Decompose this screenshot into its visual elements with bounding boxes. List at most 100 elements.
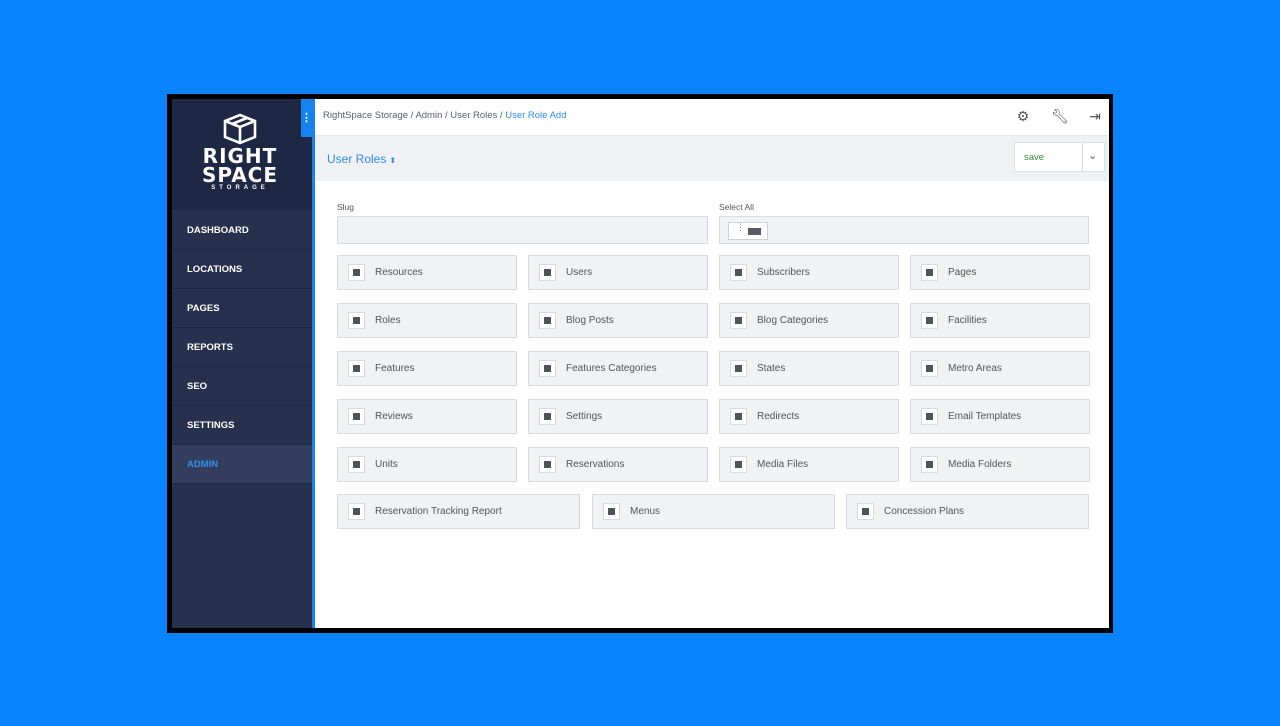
permission-label: Media Folders — [948, 459, 1012, 470]
breadcrumb-current: User Role Add — [505, 110, 567, 121]
save-select-value: save — [1024, 152, 1045, 163]
permission-checkbox[interactable]: Reservations — [528, 447, 708, 482]
gear-icon[interactable]: ⚙ — [1015, 108, 1031, 124]
slug-label: Slug — [337, 202, 355, 212]
checkbox-square[interactable] — [921, 264, 938, 281]
brand-logo[interactable]: RIGHT SPACE STORAGE — [172, 99, 312, 210]
checkbox-square[interactable] — [921, 360, 938, 377]
permission-label: Features — [375, 363, 415, 374]
checkbox-square[interactable] — [348, 264, 365, 281]
checkbox-square[interactable] — [921, 456, 938, 473]
permission-checkbox[interactable]: Menus — [592, 494, 835, 529]
vertical-dots-icon[interactable]: ⋮ — [301, 99, 312, 137]
sidebar-item-locations[interactable]: LOCATIONS — [172, 250, 312, 289]
sidebar-item-dashboard[interactable]: DASHBOARD — [172, 211, 312, 250]
toggle-grip-icon: ⋮ — [736, 222, 745, 232]
permission-label: Users — [566, 267, 593, 278]
permission-label: Blog Categories — [757, 315, 829, 326]
brand-line-3: STORAGE — [211, 185, 269, 191]
permission-checkbox[interactable]: Redirects — [719, 399, 899, 434]
permission-label: Pages — [948, 267, 977, 278]
permission-checkbox[interactable]: States — [719, 351, 899, 386]
sort-icon: ⬍ — [389, 156, 397, 165]
permission-checkbox[interactable]: Concession Plans — [846, 494, 1089, 529]
sidebar-item-reports[interactable]: REPORTS — [172, 328, 312, 367]
checkbox-square[interactable] — [730, 312, 747, 329]
permission-checkbox[interactable]: Units — [337, 447, 517, 482]
permission-label: Metro Areas — [948, 363, 1002, 374]
wrench-icon[interactable]: 🔧︎ — [1051, 108, 1069, 124]
app-window: RIGHT SPACE STORAGE ⋮ DASHBOARD LOCATION… — [172, 99, 1109, 628]
checkbox-square[interactable] — [730, 264, 747, 281]
breadcrumb-link-home[interactable]: RightSpace Storage — [323, 110, 408, 121]
permission-checkbox[interactable]: Reviews — [337, 399, 517, 434]
permission-label: Facilities — [948, 315, 987, 326]
permission-label: Resources — [375, 267, 423, 278]
permission-label: Subscribers — [757, 267, 810, 278]
checkbox-square[interactable] — [348, 456, 365, 473]
permission-label: Features Categories — [566, 363, 657, 374]
page-header: User Roles ⬍ save ⌄ — [315, 136, 1109, 181]
permission-checkbox[interactable]: Media Folders — [910, 447, 1090, 482]
checkbox-square[interactable] — [857, 503, 874, 520]
permission-checkbox[interactable]: Features Categories — [528, 351, 708, 386]
save-select[interactable]: save ⌄ — [1014, 142, 1105, 172]
checkbox-square[interactable] — [730, 360, 747, 377]
permission-checkbox[interactable]: Email Templates — [910, 399, 1090, 434]
checkbox-square[interactable] — [921, 312, 938, 329]
toggle-knob — [748, 228, 761, 235]
permission-checkbox[interactable]: Pages — [910, 255, 1090, 290]
checkbox-square[interactable] — [730, 456, 747, 473]
permission-label: Email Templates — [948, 411, 1022, 422]
breadcrumb-link-admin[interactable]: Admin — [415, 110, 442, 121]
logout-icon[interactable]: ⇥ — [1087, 108, 1103, 124]
checkbox-square[interactable] — [348, 408, 365, 425]
permission-label: Blog Posts — [566, 315, 614, 326]
permission-checkbox[interactable]: Subscribers — [719, 255, 899, 290]
permission-checkbox[interactable]: Roles — [337, 303, 517, 338]
permission-checkbox[interactable]: Blog Posts — [528, 303, 708, 338]
permission-checkbox[interactable]: Users — [528, 255, 708, 290]
checkbox-square[interactable] — [539, 312, 556, 329]
permission-label: Redirects — [757, 411, 800, 422]
top-bar: RightSpace Storage / Admin / User Roles … — [315, 99, 1109, 136]
slug-input[interactable] — [337, 216, 708, 244]
permission-checkbox[interactable]: Settings — [528, 399, 708, 434]
checkbox-square[interactable] — [539, 264, 556, 281]
permission-checkbox[interactable]: Metro Areas — [910, 351, 1090, 386]
permission-checkbox[interactable]: Resources — [337, 255, 517, 290]
checkbox-square[interactable] — [730, 408, 747, 425]
checkbox-square[interactable] — [348, 503, 365, 520]
breadcrumb-link-user-roles[interactable]: User Roles — [450, 110, 497, 121]
sidebar-nav: DASHBOARD LOCATIONS PAGES REPORTS SEO SE… — [172, 211, 312, 484]
select-all-label: Select All — [719, 202, 754, 212]
checkbox-square[interactable] — [603, 503, 620, 520]
permission-label: Settings — [566, 411, 603, 422]
sidebar-item-seo[interactable]: SEO — [172, 367, 312, 406]
permission-label: Concession Plans — [884, 506, 965, 517]
checkbox-square[interactable] — [539, 360, 556, 377]
sidebar-item-settings[interactable]: SETTINGS — [172, 406, 312, 445]
permission-checkbox[interactable]: Media Files — [719, 447, 899, 482]
permission-checkbox[interactable]: Features — [337, 351, 517, 386]
permission-checkbox[interactable]: Blog Categories — [719, 303, 899, 338]
permission-checkbox[interactable]: Reservation Tracking Report — [337, 494, 580, 529]
sidebar-item-admin[interactable]: ADMIN — [172, 445, 312, 484]
chevron-down-icon[interactable]: ⌄ — [1088, 149, 1097, 162]
checkbox-square[interactable] — [348, 360, 365, 377]
sidebar-item-pages[interactable]: PAGES — [172, 289, 312, 328]
checkbox-square[interactable] — [348, 312, 365, 329]
select-divider — [1082, 143, 1083, 171]
permission-label: Reservation Tracking Report — [375, 506, 502, 517]
permission-checkbox[interactable]: Facilities — [910, 303, 1090, 338]
select-all-toggle[interactable]: ⋮ — [728, 222, 768, 240]
checkbox-square[interactable] — [921, 408, 938, 425]
permission-label: Reservations — [566, 459, 625, 470]
page-title[interactable]: User Roles ⬍ — [327, 152, 396, 166]
permission-label: Media Files — [757, 459, 809, 470]
permission-label: States — [757, 363, 786, 374]
permission-label: Menus — [630, 506, 661, 517]
checkbox-square[interactable] — [539, 408, 556, 425]
page-title-text: User Roles — [327, 152, 387, 166]
checkbox-square[interactable] — [539, 456, 556, 473]
